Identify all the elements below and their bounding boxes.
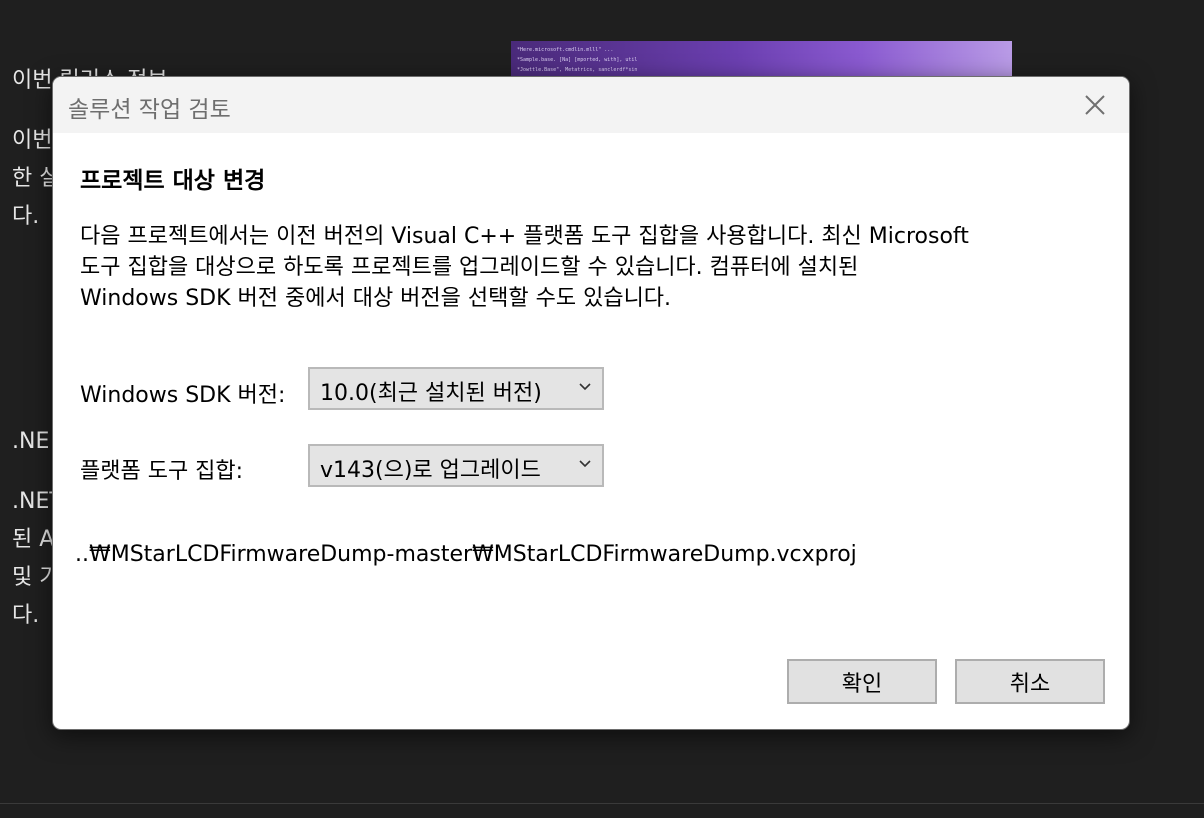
description-line: 도구 집합을 대상으로 하도록 프로젝트를 업그레이드할 수 있습니다. 컴퓨터… — [80, 255, 859, 280]
project-path: ..₩MStarLCDFirmwareDump-master₩MStarLCDF… — [75, 542, 857, 567]
dialog-title: 솔루션 작업 검토 — [68, 97, 231, 123]
dialog-titlebar: 솔루션 작업 검토 — [53, 77, 1129, 133]
bg-section-title-dotnet: .NE — [12, 429, 50, 454]
bg-banner-image: *Here.microsoft.cmdlin.mlll" ... *Sample… — [511, 41, 1012, 81]
ok-button[interactable]: 확인 — [787, 659, 937, 704]
sdk-version-dropdown[interactable]: 10.0(최근 설치된 버전) — [308, 367, 604, 410]
close-icon — [1085, 95, 1105, 115]
cancel-button[interactable]: 취소 — [955, 659, 1105, 704]
description-line: Windows SDK 버전 중에서 대상 버전을 선택할 수도 있습니다. — [80, 286, 672, 311]
platform-toolset-dropdown[interactable]: v143(으)로 업그레이드 — [308, 444, 604, 487]
dialog-description: 다음 프로젝트에서는 이전 버전의 Visual C++ 플랫폼 도구 집합을 … — [80, 221, 1110, 314]
description-line: 다음 프로젝트에서는 이전 버전의 Visual C++ 플랫폼 도구 집합을 … — [80, 224, 969, 249]
platform-toolset-label: 플랫폼 도구 집합: — [80, 459, 244, 484]
bg-banner-code: *Here.microsoft.cmdlin.mlll" ... *Sample… — [517, 47, 638, 73]
review-solution-dialog: 솔루션 작업 검토 프로젝트 대상 변경 다음 프로젝트에서는 이전 버전의 V… — [52, 76, 1130, 730]
chevron-down-icon — [579, 460, 591, 468]
bg-divider — [0, 803, 1204, 804]
close-button[interactable] — [1073, 85, 1117, 125]
dialog-heading: 프로젝트 대상 변경 — [80, 168, 266, 194]
chevron-down-icon — [579, 383, 591, 391]
platform-toolset-value: v143(으)로 업그레이드 — [320, 458, 541, 483]
sdk-version-value: 10.0(최근 설치된 버전) — [320, 381, 542, 406]
sdk-version-label: Windows SDK 버전: — [80, 383, 286, 408]
